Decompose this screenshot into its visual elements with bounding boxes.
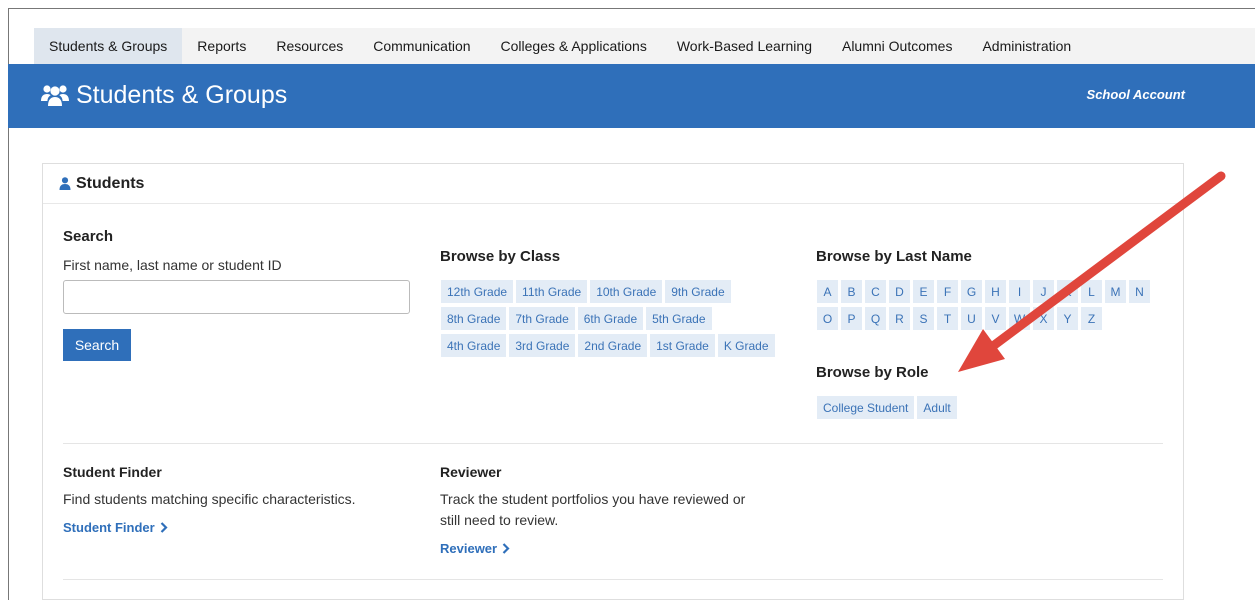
class-chip[interactable]: 2nd Grade bbox=[578, 334, 648, 357]
letter-chip[interactable]: J bbox=[1033, 280, 1054, 303]
browse-class-heading: Browse by Class bbox=[440, 248, 561, 265]
nav-communication[interactable]: Communication bbox=[358, 28, 485, 64]
class-chip[interactable]: 7th Grade bbox=[509, 307, 575, 330]
letter-chip[interactable]: X bbox=[1033, 307, 1054, 330]
letter-chip[interactable]: Y bbox=[1057, 307, 1078, 330]
class-chip[interactable]: 8th Grade bbox=[441, 307, 507, 330]
reviewer-description-line1: Track the student portfolios you have re… bbox=[440, 491, 746, 507]
class-chip[interactable]: 12th Grade bbox=[441, 280, 514, 303]
chevron-right-icon bbox=[160, 522, 168, 533]
browse-last-name-heading: Browse by Last Name bbox=[816, 248, 972, 265]
letter-chip[interactable]: O bbox=[817, 307, 838, 330]
reviewer-title: Reviewer bbox=[440, 464, 502, 480]
class-row-3: 4th Grade 3rd Grade 2nd Grade 1st Grade … bbox=[441, 334, 775, 357]
student-finder-link-label: Student Finder bbox=[63, 520, 155, 535]
letter-chip[interactable]: W bbox=[1009, 307, 1030, 330]
letter-row-2: O P Q R S T U V W X Y Z bbox=[817, 307, 1102, 330]
class-chip[interactable]: K Grade bbox=[717, 334, 775, 357]
class-chip[interactable]: 4th Grade bbox=[441, 334, 507, 357]
search-heading: Search bbox=[63, 228, 114, 245]
nav-colleges-applications[interactable]: Colleges & Applications bbox=[486, 28, 662, 64]
class-chip[interactable]: 1st Grade bbox=[650, 334, 715, 357]
page-title: Students & Groups bbox=[76, 81, 288, 109]
letter-row-1: A B C D E F G H I J K L M N bbox=[817, 280, 1150, 303]
students-card: Students Search First name, last name or… bbox=[42, 163, 1184, 600]
nav-work-based-learning[interactable]: Work-Based Learning bbox=[662, 28, 827, 64]
student-finder-title: Student Finder bbox=[63, 464, 162, 480]
reviewer-link-label: Reviewer bbox=[440, 541, 498, 556]
nav-administration[interactable]: Administration bbox=[967, 28, 1086, 64]
letter-chip[interactable]: Q bbox=[865, 307, 886, 330]
letter-chip[interactable]: D bbox=[889, 280, 910, 303]
nav-alumni-outcomes[interactable]: Alumni Outcomes bbox=[827, 28, 967, 64]
class-chip[interactable]: 9th Grade bbox=[665, 280, 731, 303]
letter-chip[interactable]: R bbox=[889, 307, 910, 330]
nav-students-groups[interactable]: Students & Groups bbox=[34, 28, 183, 64]
letter-chip[interactable]: C bbox=[865, 280, 886, 303]
page-header: Students & Groups School Account bbox=[8, 64, 1255, 128]
nav-reports[interactable]: Reports bbox=[182, 28, 261, 64]
letter-chip[interactable]: S bbox=[913, 307, 934, 330]
browse-role-heading: Browse by Role bbox=[816, 364, 929, 381]
class-row-2: 8th Grade 7th Grade 6th Grade 5th Grade bbox=[441, 307, 712, 330]
letter-chip[interactable]: L bbox=[1081, 280, 1102, 303]
letter-chip[interactable]: E bbox=[913, 280, 934, 303]
role-chip-college-student[interactable]: College Student bbox=[817, 396, 915, 419]
letter-chip[interactable]: A bbox=[817, 280, 838, 303]
letter-chip[interactable]: F bbox=[937, 280, 958, 303]
top-navigation: Students & Groups Reports Resources Comm… bbox=[34, 28, 1255, 64]
class-chip[interactable]: 11th Grade bbox=[516, 280, 588, 303]
class-chip[interactable]: 5th Grade bbox=[646, 307, 712, 330]
class-chip[interactable]: 10th Grade bbox=[590, 280, 663, 303]
users-icon bbox=[41, 85, 69, 106]
nav-resources[interactable]: Resources bbox=[261, 28, 358, 64]
letter-chip[interactable]: I bbox=[1009, 280, 1030, 303]
role-row: College Student Adult bbox=[817, 396, 957, 419]
section-divider bbox=[63, 579, 1163, 580]
class-chip[interactable]: 6th Grade bbox=[577, 307, 644, 330]
student-finder-link[interactable]: Student Finder bbox=[63, 520, 168, 535]
letter-chip[interactable]: B bbox=[841, 280, 862, 303]
letter-chip[interactable]: T bbox=[937, 307, 958, 330]
search-button[interactable]: Search bbox=[63, 329, 131, 361]
student-finder-description: Find students matching specific characte… bbox=[63, 491, 356, 507]
card-title: Students bbox=[76, 174, 145, 192]
letter-chip[interactable]: G bbox=[961, 280, 982, 303]
letter-chip[interactable]: H bbox=[985, 280, 1006, 303]
letter-chip[interactable]: U bbox=[961, 307, 982, 330]
role-chip-adult[interactable]: Adult bbox=[917, 396, 957, 419]
letter-chip[interactable]: M bbox=[1105, 280, 1126, 303]
account-label[interactable]: School Account bbox=[1087, 87, 1185, 102]
search-input[interactable] bbox=[63, 280, 410, 314]
letter-chip[interactable]: K bbox=[1057, 280, 1078, 303]
letter-chip[interactable]: N bbox=[1129, 280, 1150, 303]
class-row-1: 12th Grade 11th Grade 10th Grade 9th Gra… bbox=[441, 280, 731, 303]
section-divider bbox=[63, 443, 1163, 444]
letter-chip[interactable]: P bbox=[841, 307, 862, 330]
chevron-right-icon bbox=[502, 543, 510, 554]
letter-chip[interactable]: V bbox=[985, 307, 1006, 330]
person-icon bbox=[59, 177, 71, 190]
search-hint: First name, last name or student ID bbox=[63, 257, 282, 273]
reviewer-description-line2: still need to review. bbox=[440, 512, 559, 528]
reviewer-link[interactable]: Reviewer bbox=[440, 541, 510, 556]
letter-chip[interactable]: Z bbox=[1081, 307, 1102, 330]
card-header: Students bbox=[43, 164, 1183, 204]
class-chip[interactable]: 3rd Grade bbox=[509, 334, 576, 357]
